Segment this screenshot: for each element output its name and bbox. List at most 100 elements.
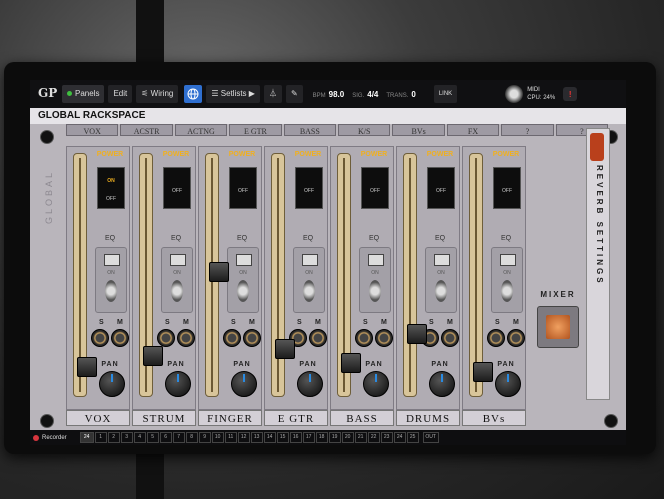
tuner-button[interactable]: ✎ bbox=[285, 85, 303, 103]
fader-cap[interactable] bbox=[209, 262, 229, 283]
top-tab[interactable]: ? bbox=[501, 124, 554, 136]
page-button[interactable]: 24 bbox=[393, 432, 406, 443]
mute-button[interactable] bbox=[111, 329, 129, 347]
pan-knob[interactable] bbox=[165, 371, 191, 397]
top-tab[interactable]: VOX bbox=[66, 124, 119, 136]
page-button[interactable]: 19 bbox=[328, 432, 341, 443]
eq-switch[interactable] bbox=[500, 254, 516, 266]
pan-knob[interactable] bbox=[99, 371, 125, 397]
mute-button[interactable] bbox=[309, 329, 327, 347]
top-tab[interactable]: BVs bbox=[392, 124, 445, 136]
bpm-display[interactable]: BPM 98.0 bbox=[313, 90, 345, 99]
page-button[interactable]: 20 bbox=[341, 432, 354, 443]
sig-display[interactable]: SIG. 4/4 bbox=[352, 90, 378, 99]
top-tab[interactable]: ACSTR bbox=[120, 124, 173, 136]
start-box[interactable]: 24 bbox=[79, 432, 94, 443]
page-button[interactable]: 6 bbox=[159, 432, 172, 443]
power-switch[interactable]: OFF bbox=[361, 167, 389, 209]
link-button[interactable]: LINK bbox=[433, 85, 458, 103]
power-switch[interactable]: OFF bbox=[427, 167, 455, 209]
page-button[interactable]: 21 bbox=[354, 432, 367, 443]
mixer-button[interactable] bbox=[537, 306, 579, 348]
top-tab[interactable]: K/S bbox=[338, 124, 391, 136]
volume-fader[interactable] bbox=[271, 153, 295, 397]
page-button[interactable]: 2 bbox=[107, 432, 120, 443]
solo-button[interactable] bbox=[487, 329, 505, 347]
volume-fader[interactable] bbox=[205, 153, 229, 397]
eq-toggle[interactable] bbox=[105, 280, 117, 302]
power-switch[interactable]: OFF bbox=[295, 167, 323, 209]
globe-icon[interactable] bbox=[184, 85, 203, 103]
fader-cap[interactable] bbox=[407, 323, 427, 344]
reverb-led[interactable] bbox=[590, 133, 604, 161]
pan-knob[interactable] bbox=[495, 371, 521, 397]
mute-button[interactable] bbox=[177, 329, 195, 347]
fader-cap[interactable] bbox=[77, 357, 97, 378]
page-button[interactable]: 3 bbox=[120, 432, 133, 443]
power-switch[interactable]: OFF bbox=[229, 167, 257, 209]
eq-toggle[interactable] bbox=[171, 280, 183, 302]
metronome-button[interactable]: ⏃ bbox=[263, 85, 282, 103]
edit-button[interactable]: Edit bbox=[108, 85, 133, 103]
page-button[interactable]: 7 bbox=[172, 432, 185, 443]
mute-button[interactable] bbox=[441, 329, 459, 347]
page-button[interactable]: 15 bbox=[276, 432, 289, 443]
volume-fader[interactable] bbox=[403, 153, 427, 397]
eq-toggle[interactable] bbox=[303, 280, 315, 302]
page-button[interactable]: 23 bbox=[380, 432, 393, 443]
power-switch[interactable]: OFF bbox=[163, 167, 191, 209]
power-switch[interactable]: OFF bbox=[493, 167, 521, 209]
fader-cap[interactable] bbox=[275, 339, 295, 360]
eq-switch[interactable] bbox=[302, 254, 318, 266]
eq-toggle[interactable] bbox=[237, 280, 249, 302]
page-button[interactable]: 8 bbox=[185, 432, 198, 443]
fader-cap[interactable] bbox=[143, 346, 163, 367]
pan-knob[interactable] bbox=[429, 371, 455, 397]
page-button[interactable]: 12 bbox=[237, 432, 250, 443]
pan-knob[interactable] bbox=[231, 371, 257, 397]
page-button[interactable]: 5 bbox=[146, 432, 159, 443]
wiring-button[interactable]: ⚟ Wiring bbox=[136, 85, 179, 103]
mute-button[interactable] bbox=[243, 329, 261, 347]
pan-knob[interactable] bbox=[297, 371, 323, 397]
power-switch[interactable]: ON OFF bbox=[97, 167, 125, 209]
page-button[interactable]: 17 bbox=[302, 432, 315, 443]
page-button[interactable]: 16 bbox=[289, 432, 302, 443]
mute-button[interactable] bbox=[507, 329, 525, 347]
page-button[interactable]: 18 bbox=[315, 432, 328, 443]
eq-toggle[interactable] bbox=[369, 280, 381, 302]
top-tab[interactable]: BASS bbox=[283, 124, 337, 136]
volume-fader[interactable] bbox=[139, 153, 163, 397]
eq-switch[interactable] bbox=[104, 254, 120, 266]
page-button[interactable]: 11 bbox=[224, 432, 237, 443]
page-button[interactable]: 25 bbox=[406, 432, 419, 443]
solo-button[interactable] bbox=[157, 329, 175, 347]
eq-toggle[interactable] bbox=[435, 280, 447, 302]
top-tab[interactable]: ACTNG bbox=[174, 124, 228, 136]
solo-button[interactable] bbox=[223, 329, 241, 347]
solo-button[interactable] bbox=[91, 329, 109, 347]
panels-button[interactable]: Panels bbox=[62, 85, 105, 103]
panic-button[interactable]: ! bbox=[563, 87, 578, 101]
volume-fader[interactable] bbox=[469, 153, 493, 397]
out-box[interactable]: OUT bbox=[422, 432, 439, 443]
eq-switch[interactable] bbox=[434, 254, 450, 266]
eq-switch[interactable] bbox=[236, 254, 252, 266]
page-button[interactable]: 13 bbox=[250, 432, 263, 443]
page-button[interactable]: 14 bbox=[263, 432, 276, 443]
page-button[interactable]: 10 bbox=[211, 432, 224, 443]
top-tab[interactable]: E GTR bbox=[229, 124, 282, 136]
fader-cap[interactable] bbox=[473, 361, 493, 382]
eq-switch[interactable] bbox=[368, 254, 384, 266]
record-icon[interactable] bbox=[33, 434, 39, 441]
eq-switch[interactable] bbox=[170, 254, 186, 266]
volume-fader[interactable] bbox=[73, 153, 97, 397]
volume-fader[interactable] bbox=[337, 153, 361, 397]
top-tab[interactable]: FX bbox=[446, 124, 500, 136]
eq-toggle[interactable] bbox=[501, 280, 513, 302]
page-button[interactable]: 22 bbox=[367, 432, 380, 443]
pan-knob[interactable] bbox=[363, 371, 389, 397]
fader-cap[interactable] bbox=[341, 352, 361, 373]
page-button[interactable]: 4 bbox=[133, 432, 146, 443]
trans-display[interactable]: TRANS. 0 bbox=[386, 90, 415, 99]
